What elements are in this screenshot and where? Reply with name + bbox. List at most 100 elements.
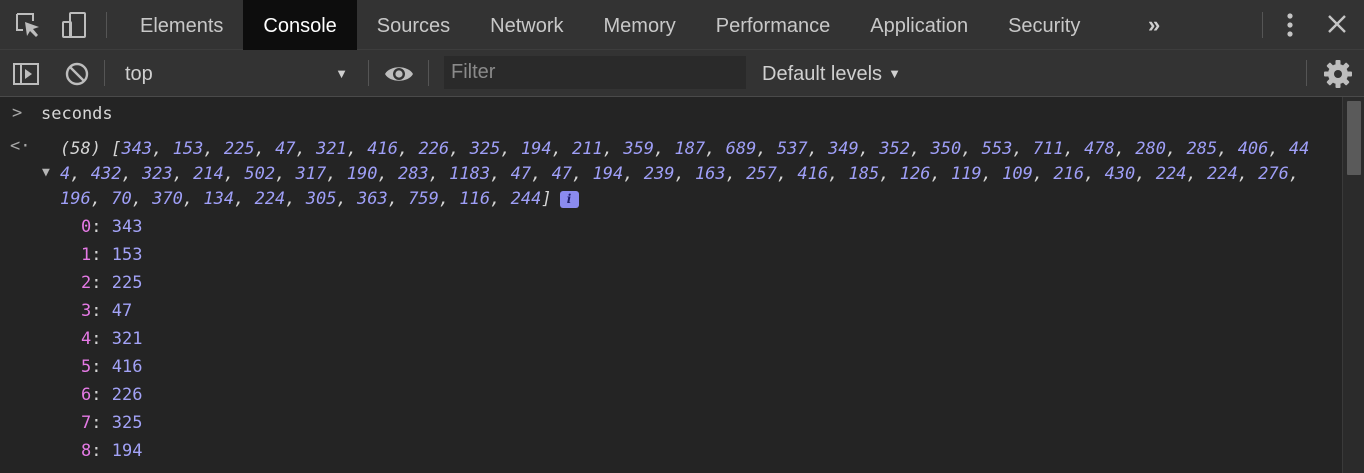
array-value: 317 [295,164,327,184]
array-item-value: 321 [111,329,143,349]
array-separator: , [234,189,255,209]
array-separator: , [500,139,521,159]
array-value: 537 [776,139,808,159]
array-value: 194 [592,164,624,184]
array-value: 211 [572,139,603,159]
array-value: 70 [111,189,132,209]
show-sidebar-icon[interactable] [12,61,40,87]
array-value: 370 [152,189,183,209]
array-item-colon: : [91,301,112,321]
array-item-value: 225 [111,273,143,293]
array-item-colon: : [91,441,112,461]
array-values: 343, 153, 225, 47, 321, 416, 226, 325, 1… [60,139,1309,209]
log-levels-dropdown[interactable]: Default levels ▼ [762,56,901,90]
array-item-row: 0: 343 [81,213,142,241]
array-item-colon: : [91,413,112,433]
array-value: 343 [121,139,153,159]
console-scrollbar[interactable] [1342,97,1364,473]
array-open-bracket: [ [111,139,122,159]
array-separator: , [674,164,695,184]
array-item-row: 4: 321 [81,325,142,353]
array-separator: , [1084,164,1105,184]
array-item-index: 2 [81,273,92,293]
array-item-value: 153 [111,245,143,265]
scrollbar-thumb[interactable] [1347,101,1361,175]
dropdown-arrow-icon: ▼ [888,66,901,81]
array-separator: , [254,139,276,159]
array-value: 432 [90,164,122,184]
array-value: 349 [828,139,859,159]
array-summary[interactable]: (58) [343, 153, 225, 47, 321, 416, 226, … [60,137,1310,212]
array-value: 126 [899,164,931,184]
more-tabs-chevron-icon[interactable]: » [1148,12,1160,38]
gear-icon[interactable] [1323,59,1352,88]
array-item-row: 6: 226 [81,381,142,409]
array-item-value: 194 [111,441,143,461]
tab-network[interactable]: Network [470,0,583,50]
array-separator: , [172,164,194,184]
tab-security[interactable]: Security [988,0,1100,50]
array-value: 416 [367,139,398,159]
context-selector[interactable]: top ▼ [112,56,358,90]
expand-triangle-icon[interactable]: ▼ [42,165,50,180]
array-separator: , [1217,139,1238,159]
array-separator: , [858,139,880,159]
array-item-colon: : [91,217,112,237]
array-separator: , [397,139,419,159]
array-value: 325 [469,139,501,159]
array-value: 224 [1206,164,1238,184]
tab-performance[interactable]: Performance [696,0,851,50]
toolbar-divider [428,60,429,86]
array-value: 47 [275,139,296,159]
array-separator: , [490,189,511,209]
array-separator: , [449,139,470,159]
array-value: 689 [725,139,757,159]
array-separator: , [70,164,91,184]
toolbar-divider [106,12,107,38]
array-value: 214 [193,164,224,184]
tab-application[interactable]: Application [850,0,988,50]
tab-memory[interactable]: Memory [584,0,696,50]
array-item-colon: : [91,245,112,265]
array-separator: , [490,164,511,184]
close-icon[interactable] [1324,11,1352,39]
array-separator: , [1012,139,1033,159]
array-value: 363 [356,189,388,209]
array-separator: , [725,164,747,184]
clear-console-icon[interactable] [63,61,91,87]
tab-sources[interactable]: Sources [357,0,470,50]
console-output: > seconds <· ▼ (58) [343, 153, 225, 47, … [0,97,1342,473]
array-separator: , [387,189,409,209]
array-item-index: 8 [81,441,92,461]
array-value: 553 [981,139,1013,159]
tab-elements[interactable]: Elements [120,0,243,50]
array-value: 321 [316,139,347,159]
array-item-row: 5: 416 [81,353,142,381]
kebab-menu-icon[interactable] [1276,11,1304,39]
array-separator: , [121,164,142,184]
device-toolbar-icon[interactable] [61,11,89,39]
eye-icon[interactable] [384,61,413,87]
array-separator: , [336,189,357,209]
inspect-element-icon[interactable] [14,11,42,39]
array-separator: , [377,164,398,184]
array-value: 283 [397,164,429,184]
array-value: 759 [408,189,439,209]
filter-input[interactable] [444,56,746,89]
array-separator: , [90,189,112,209]
array-item-colon: : [91,357,112,377]
array-separator: , [1114,139,1136,159]
array-value: 352 [879,139,910,159]
tab-console[interactable]: Console [243,0,357,50]
array-value: 239 [643,164,675,184]
info-icon[interactable]: i [559,191,579,208]
array-value: 478 [1084,139,1115,159]
array-item-value: 47 [111,301,133,321]
array-value: 276 [1258,164,1289,184]
array-separator: , [828,164,849,184]
toolbar-divider [1262,12,1263,38]
log-levels-label: Default levels [762,63,883,85]
array-value: 109 [1002,164,1033,184]
array-separator: , [438,189,460,209]
array-separator: , [961,139,982,159]
